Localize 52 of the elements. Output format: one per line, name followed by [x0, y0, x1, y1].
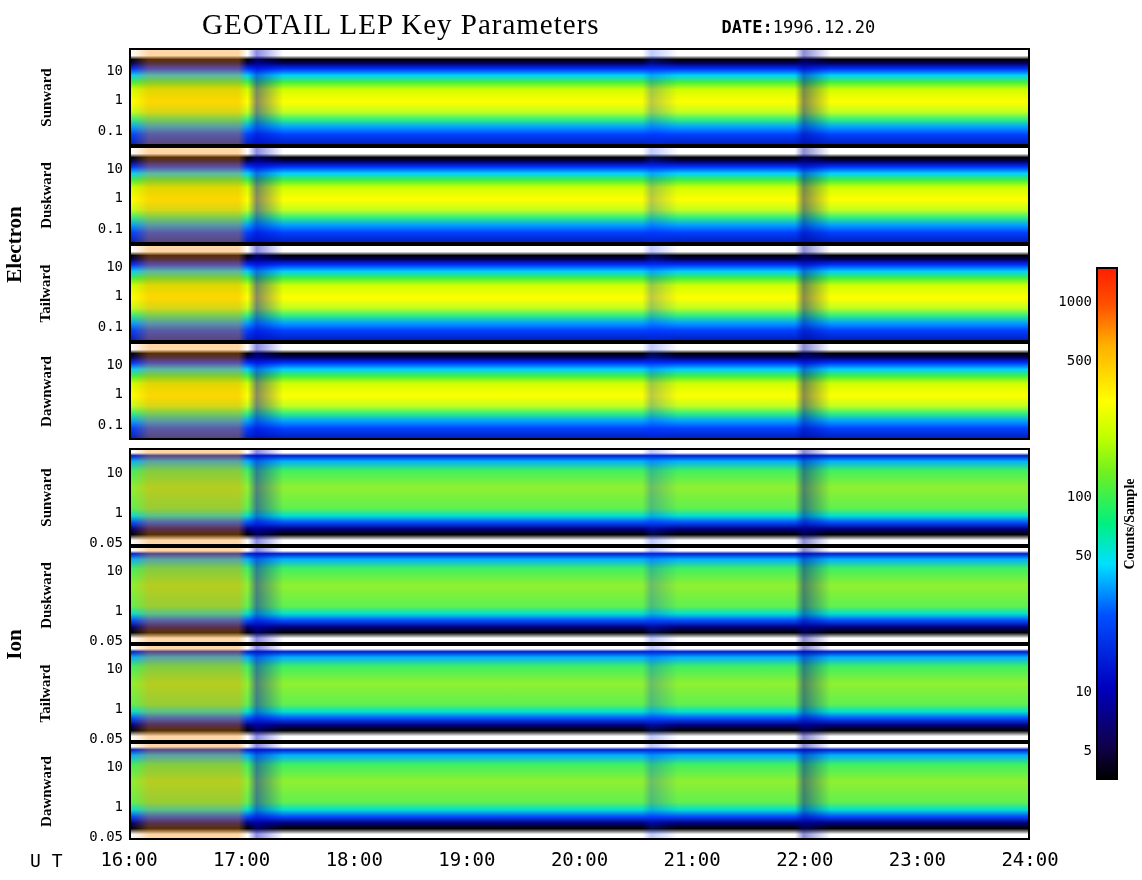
y-tick-label: 10	[106, 464, 123, 480]
direction-label: Sunward	[37, 67, 55, 127]
direction-label: Dawnward	[37, 355, 55, 427]
x-tick-label: 19:00	[438, 848, 496, 870]
y-tick-label: 10	[106, 356, 123, 372]
y-tick-label: 0.1	[97, 416, 123, 432]
y-tick-label: 0.05	[89, 632, 123, 648]
species-label: Ion	[1, 628, 27, 660]
y-tick-label: 0.05	[89, 534, 123, 550]
y-tick-label: 0.05	[89, 828, 123, 844]
y-tick-label: 10	[106, 160, 123, 176]
x-tick-label: 23:00	[888, 848, 946, 870]
species-label: Electron	[1, 205, 27, 283]
y-tick-label: 10	[106, 660, 123, 676]
colorbar-title: Counts/Sample	[1122, 478, 1138, 569]
y-tick-label: 1	[114, 385, 123, 401]
x-tick-label: 20:00	[550, 848, 609, 870]
date-label: DATE:1996.12.20	[721, 17, 876, 37]
x-tick-label: 18:00	[325, 848, 383, 870]
colorbar-tick-label: 100	[1066, 488, 1092, 505]
direction-label: Tailward	[37, 664, 55, 722]
direction-label: Duskward	[37, 561, 55, 629]
colorbar-tick-label: 10	[1075, 683, 1092, 700]
x-tick-label: 16:00	[100, 848, 158, 870]
y-tick-label: 10	[106, 562, 123, 578]
y-tick-label: 1	[114, 504, 123, 520]
y-tick-label: 0.1	[97, 122, 123, 138]
chart-title: GEOTAIL LEP Key Parameters	[202, 7, 600, 41]
colorbar-tick-label: 500	[1066, 352, 1092, 368]
x-tick-label: 17:00	[213, 848, 271, 870]
y-tick-label: 0.1	[97, 318, 123, 334]
y-tick-label: 1	[114, 287, 123, 303]
y-tick-label: 1	[114, 700, 123, 716]
x-tick-label: 24:00	[1001, 848, 1059, 870]
direction-label: Duskward	[37, 161, 55, 229]
x-tick-label: 21:00	[663, 848, 721, 870]
direction-label: Tailward	[37, 264, 55, 322]
y-tick-label: 1	[114, 798, 123, 814]
colorbar-tick-label: 5	[1083, 741, 1092, 758]
y-tick-label: 10	[106, 258, 123, 274]
y-tick-label: 10	[106, 758, 123, 774]
x-tick-label: 22:00	[776, 848, 834, 870]
y-tick-label: 1	[114, 91, 123, 107]
y-tick-label: 1	[114, 189, 123, 205]
colorbar-tick-label: 1000	[1058, 293, 1092, 310]
colorbar-tick-label: 50	[1075, 546, 1092, 563]
y-tick-label: 0.1	[97, 220, 123, 236]
y-tick-label: 0.05	[89, 730, 123, 746]
y-tick-label: 1	[114, 602, 123, 618]
direction-label: Dawnward	[37, 755, 55, 827]
y-tick-label: 10	[106, 62, 123, 78]
direction-label: Sunward	[37, 467, 55, 527]
